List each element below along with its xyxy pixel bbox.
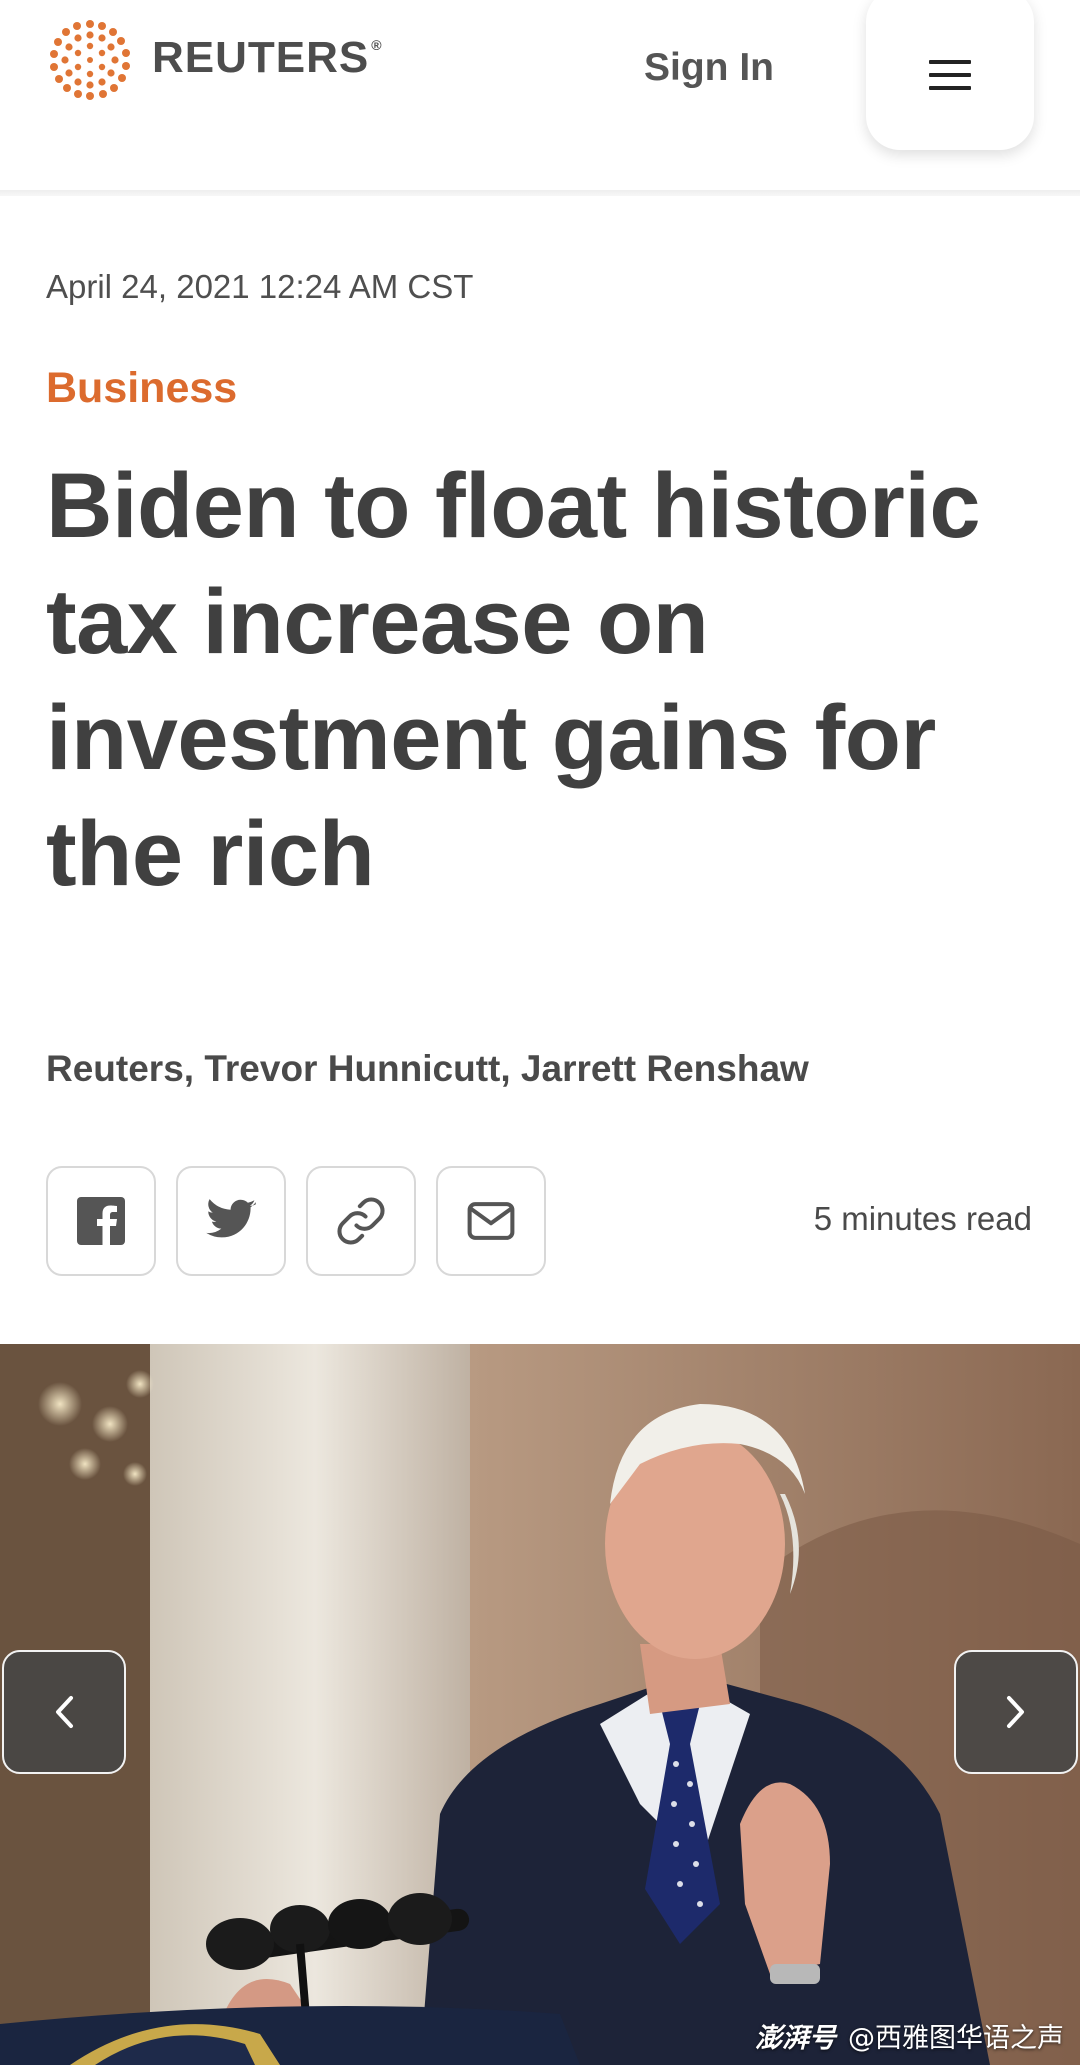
reuters-wordmark: REUTERS ® <box>152 33 383 82</box>
category-link[interactable]: Business <box>46 364 237 413</box>
reuters-logo-icon <box>50 20 130 100</box>
headline-line: Biden to float historic <box>46 455 981 557</box>
watermark-account: @西雅图华语之声 <box>848 2023 1064 2054</box>
chevron-left-icon <box>56 1696 73 1728</box>
facebook-icon <box>77 1197 125 1245</box>
hamburger-menu-icon <box>929 60 971 90</box>
article-byline: Reuters, Trevor Hunnicutt, Jarrett Rensh… <box>46 1048 809 1089</box>
read-time: 5 minutes read <box>813 1200 1032 1237</box>
share-twitter-button[interactable] <box>176 1166 286 1276</box>
headline-line: tax increase on <box>46 571 709 673</box>
share-facebook-button[interactable] <box>46 1166 156 1276</box>
chevron-right-icon <box>1007 1696 1024 1728</box>
carousel-prev-button[interactable] <box>2 1650 126 1774</box>
headline-line: investment gains for <box>46 687 936 789</box>
watermark-brand: 澎湃号 <box>755 2023 836 2054</box>
share-email-button[interactable] <box>436 1166 546 1276</box>
mail-icon <box>467 1202 515 1240</box>
article-hero-image: 澎湃号 @西雅图华语之声 <box>0 1344 1080 2065</box>
link-icon <box>337 1197 385 1245</box>
menu-button[interactable] <box>866 0 1034 150</box>
image-watermark: 澎湃号 @西雅图华语之声 <box>755 2016 1064 2055</box>
twitter-icon <box>206 1199 256 1238</box>
reuters-logo[interactable]: REUTERS ® <box>46 18 383 102</box>
headline-line: the rich <box>46 803 375 905</box>
hero-photo <box>0 1344 1080 2065</box>
sign-in-link[interactable]: Sign In <box>644 46 774 90</box>
registered-mark: ® <box>371 37 383 53</box>
copy-link-button[interactable] <box>306 1166 416 1276</box>
article-headline: Biden to float historic tax increase on … <box>46 448 1046 912</box>
carousel-next-button[interactable] <box>954 1650 1078 1774</box>
site-header: REUTERS ® Sign In <box>0 0 1080 196</box>
article-dateline: April 24, 2021 12:24 AM CST <box>46 268 474 305</box>
